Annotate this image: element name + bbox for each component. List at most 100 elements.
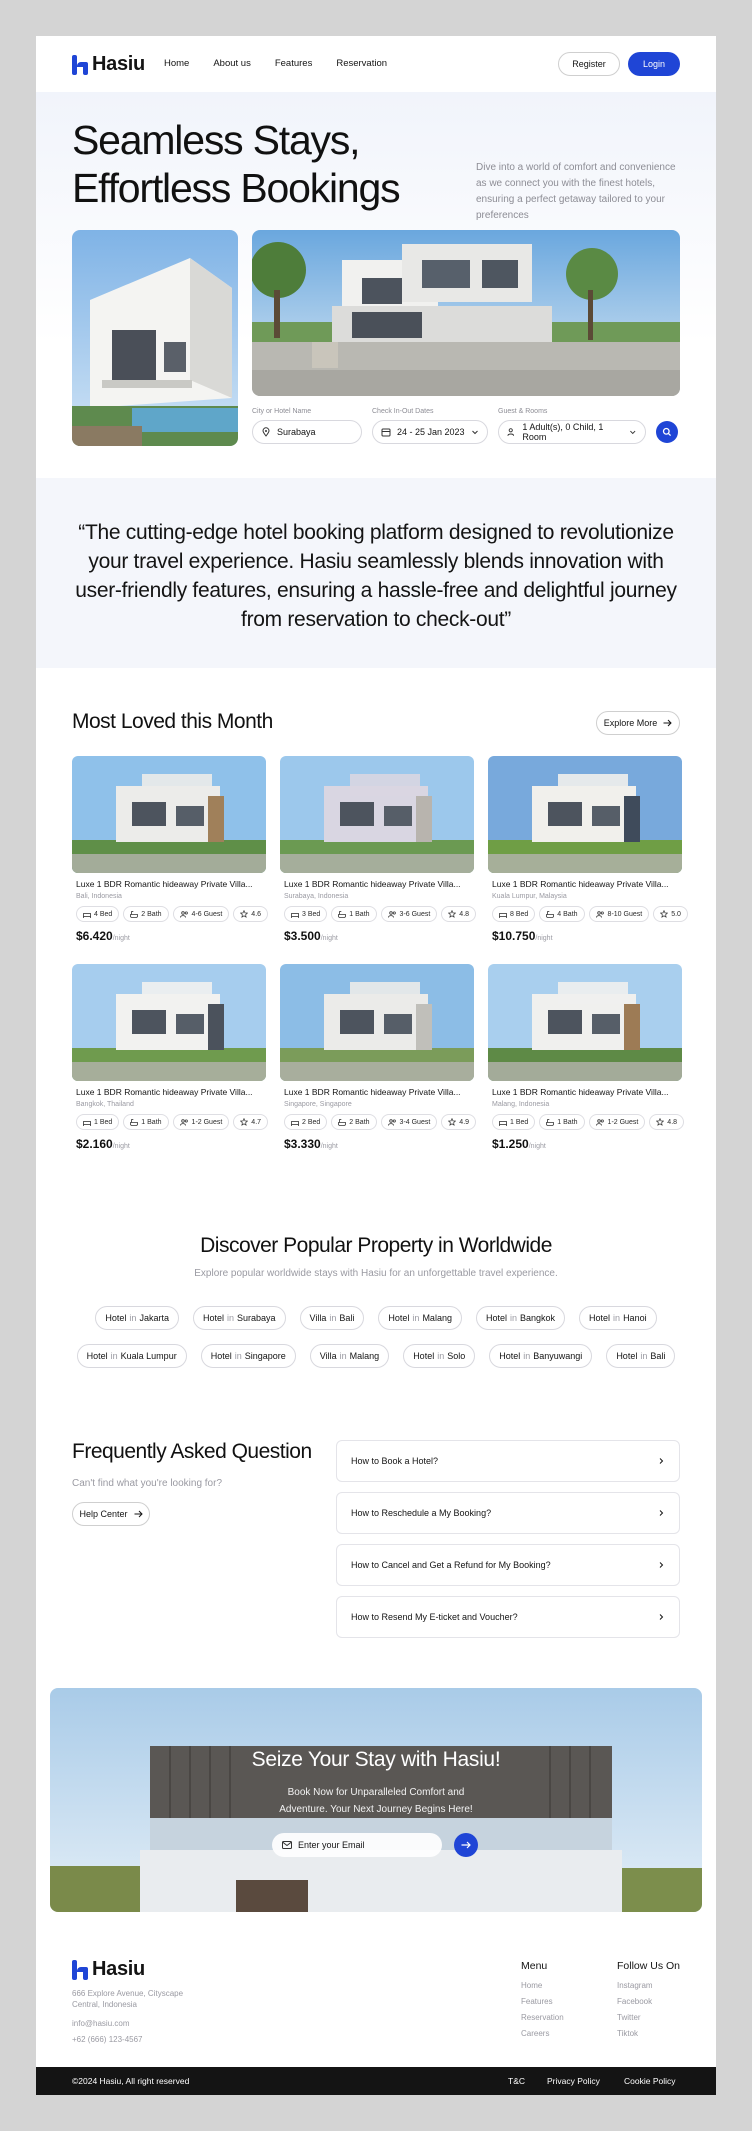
footer-logo[interactable]: Hasiu	[72, 1958, 145, 1981]
location-tag[interactable]: Villa in Malang	[309, 1344, 390, 1368]
footer-link-twitter[interactable]: Twitter	[617, 2010, 680, 2026]
faq-question: How to Cancel and Get a Refund for My Bo…	[351, 1560, 551, 1570]
guest-input[interactable]: 1 Adult(s), 0 Child, 1 Room	[498, 420, 646, 444]
beds-chip: 1 Bed	[76, 1114, 120, 1130]
location-tag[interactable]: Hotel in Bali	[606, 1344, 676, 1368]
tag-type: Villa	[309, 1313, 327, 1323]
property-location: Surabaya, Indonesia	[284, 893, 349, 900]
legal-link-privacy[interactable]: Privacy Policy	[547, 2076, 600, 2086]
nav-link-reservation[interactable]: Reservation	[336, 58, 387, 69]
property-card[interactable]: Luxe 1 BDR Romantic hideaway Private Vil…	[280, 964, 477, 1164]
location-tag[interactable]: Hotel in Kuala Lumpur	[76, 1344, 187, 1368]
nav-link-home[interactable]: Home	[164, 58, 189, 69]
footer-link-facebook[interactable]: Facebook	[617, 1994, 680, 2010]
tag-type: Hotel	[616, 1351, 638, 1361]
faq-item[interactable]: How to Book a Hotel?	[336, 1440, 680, 1482]
property-card[interactable]: Luxe 1 BDR Romantic hideaway Private Vil…	[280, 756, 477, 956]
star-icon	[448, 910, 457, 918]
property-photo	[72, 756, 266, 873]
rating-chip: 4.8	[441, 906, 477, 922]
baths-value: 2 Bath	[141, 910, 162, 918]
rating-value: 4.7	[251, 1118, 262, 1126]
faq-item[interactable]: How to Cancel and Get a Refund for My Bo…	[336, 1544, 680, 1586]
footer-link-home[interactable]: Home	[521, 1978, 564, 1994]
tag-city: Singapore	[244, 1351, 286, 1361]
hero-image-modern-house	[252, 230, 680, 396]
beds-value: 8 Bed	[510, 910, 529, 918]
property-card[interactable]: Luxe 1 BDR Romantic hideaway Private Vil…	[488, 756, 688, 956]
subscribe-button[interactable]	[454, 1833, 478, 1857]
location-pin-icon	[262, 427, 270, 437]
dates-input[interactable]: 24 - 25 Jan 2023	[372, 420, 488, 444]
footer-phone[interactable]: +62 (666) 123-4567	[72, 2035, 143, 2044]
tag-type: Hotel	[210, 1351, 232, 1361]
property-price: $3.330/night	[284, 1137, 338, 1151]
footer-link-reservation[interactable]: Reservation	[521, 2010, 564, 2026]
search-icon	[662, 427, 672, 437]
faq-item[interactable]: How to Reschedule a My Booking?	[336, 1492, 680, 1534]
email-placeholder: Enter your Email	[298, 1840, 365, 1850]
arrow-right-icon	[134, 1510, 143, 1518]
per-night-label: /night	[528, 1143, 546, 1150]
city-input[interactable]: Surabaya	[252, 420, 362, 444]
login-button[interactable]: Login	[628, 52, 680, 76]
brand-name: Hasiu	[92, 53, 145, 75]
nav-link-about[interactable]: About us	[213, 58, 251, 69]
guests-chip: 3-6 Guest	[380, 906, 438, 922]
chevron-right-icon	[659, 1562, 664, 1568]
bath-icon	[130, 1118, 139, 1126]
email-field[interactable]: Enter your Email	[272, 1833, 442, 1857]
property-price: $3.500/night	[284, 929, 338, 943]
beds-chip: 8 Bed	[492, 906, 536, 922]
hero-image-villa-pool	[72, 230, 238, 446]
location-tag[interactable]: Hotel in Jakarta	[95, 1306, 179, 1330]
location-tag[interactable]: Hotel in Banyuwangi	[489, 1344, 593, 1368]
price-value: $6.420	[76, 929, 113, 943]
price-value: $1.250	[492, 1137, 529, 1151]
footer-link-instagram[interactable]: Instagram	[617, 1978, 680, 1994]
footer-email[interactable]: info@hasiu.com	[72, 2019, 129, 2028]
tag-in: in	[412, 1313, 420, 1323]
property-card[interactable]: Luxe 1 BDR Romantic hideaway Private Vil…	[72, 964, 269, 1164]
tag-city: Solo	[447, 1351, 466, 1361]
footer-link-careers[interactable]: Careers	[521, 2026, 564, 2042]
brand-logo[interactable]: Hasiu	[72, 53, 145, 76]
footer-link-tiktok[interactable]: Tiktok	[617, 2026, 680, 2042]
footer-link-features[interactable]: Features	[521, 1994, 564, 2010]
location-tag[interactable]: Hotel in Singapore	[200, 1344, 296, 1368]
tag-city: Malang	[349, 1351, 380, 1361]
hero-title-line1: Seamless Stays,	[72, 117, 361, 163]
location-tag[interactable]: Hotel in Hanoi	[579, 1306, 657, 1330]
search-button[interactable]	[656, 421, 678, 443]
dates-value: 24 - 25 Jan 2023	[397, 427, 465, 437]
landing-page: Hasiu Home About us Features Reservation…	[36, 36, 716, 2095]
footer-address: 666 Explore Avenue, Cityscape Central, I…	[72, 1989, 184, 2009]
rating-chip: 4.6	[233, 906, 269, 922]
guests-icon	[595, 1118, 604, 1126]
property-features: 1 Bed 1 Bath 1-2 Guest 4.7	[76, 1114, 269, 1130]
faq-item[interactable]: How to Resend My E-ticket and Voucher?	[336, 1596, 680, 1638]
legal-link-tc[interactable]: T&C	[508, 2076, 525, 2086]
beds-value: 4 Bed	[94, 910, 113, 918]
nav-link-features[interactable]: Features	[275, 58, 313, 69]
nav-links: Home About us Features Reservation	[164, 58, 387, 69]
help-center-button[interactable]: Help Center	[72, 1502, 150, 1526]
property-card[interactable]: Luxe 1 BDR Romantic hideaway Private Vil…	[488, 964, 685, 1164]
register-button[interactable]: Register	[558, 52, 620, 76]
brand-quote: “The cutting-edge hotel booking platform…	[75, 521, 677, 631]
legal-link-cookie[interactable]: Cookie Policy	[624, 2076, 676, 2086]
explore-more-label: Explore More	[603, 718, 658, 728]
baths-chip: 1 Bath	[539, 1114, 585, 1130]
per-night-label: /night	[112, 1143, 130, 1150]
location-tag[interactable]: Hotel in Surabaya	[192, 1306, 286, 1330]
property-features: 1 Bed 1 Bath 1-2 Guest 4.8	[492, 1114, 685, 1130]
guests-value: 1-2 Guest	[607, 1118, 639, 1126]
tag-city: Hanoi	[623, 1313, 647, 1323]
location-tag[interactable]: Hotel in Bangkok	[475, 1306, 566, 1330]
location-tag[interactable]: Hotel in Solo	[403, 1344, 476, 1368]
hero-description: Dive into a world of comfort and conveni…	[476, 162, 676, 221]
location-tag[interactable]: Hotel in Malang	[378, 1306, 462, 1330]
location-tag[interactable]: Villa in Bali	[299, 1306, 365, 1330]
explore-more-button[interactable]: Explore More	[596, 711, 680, 735]
property-card[interactable]: Luxe 1 BDR Romantic hideaway Private Vil…	[72, 756, 269, 956]
